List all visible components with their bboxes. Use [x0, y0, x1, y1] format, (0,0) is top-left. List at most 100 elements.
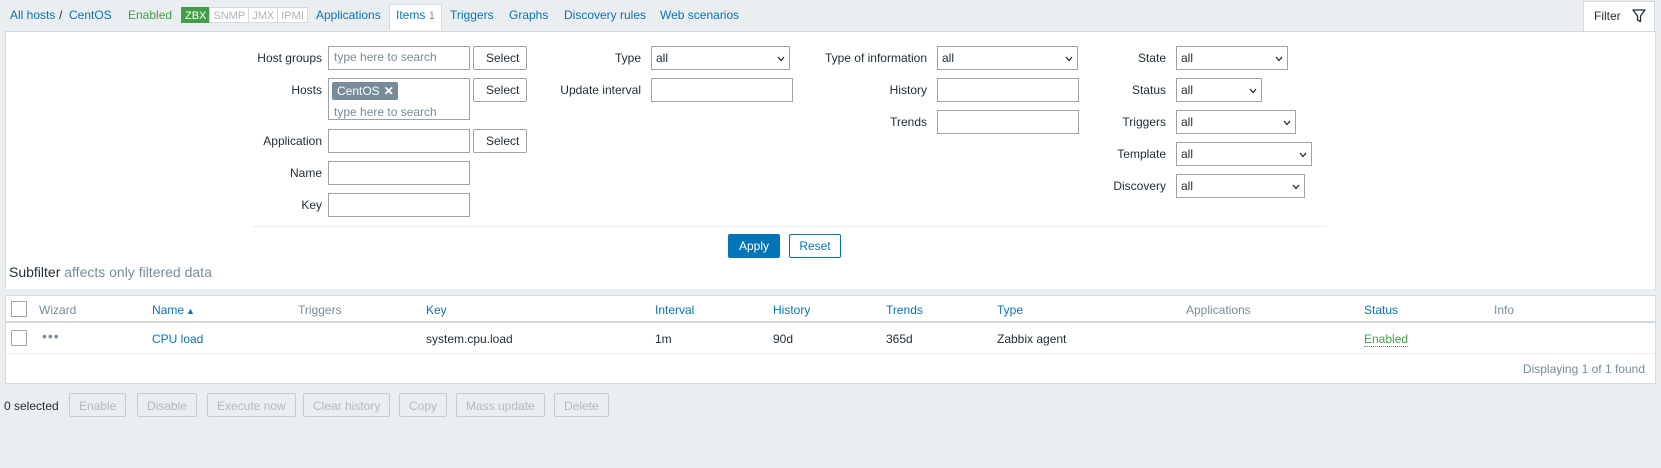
type-select[interactable]: all [651, 46, 790, 70]
item-interval: 1m [655, 332, 672, 346]
row-checkbox[interactable] [11, 330, 27, 346]
table-header: Wizard Name ▲ Triggers Key Interval Histo… [6, 296, 1655, 323]
item-name-link[interactable]: CPU load [152, 332, 203, 346]
apply-button[interactable]: Apply [728, 234, 780, 258]
triggers-label: Triggers [1122, 115, 1166, 129]
ipmi-badge: IPMI [277, 7, 308, 23]
chevron-down-icon [1299, 152, 1307, 158]
state-select-value: all [1181, 51, 1194, 65]
disable-button[interactable]: Disable [137, 393, 198, 417]
state-select[interactable]: all [1176, 46, 1288, 70]
subfilter-title: Subfilter [9, 264, 61, 280]
breadcrumb-separator: / [59, 8, 63, 22]
availability-badges: ZBX SNMP JMX IPMI [181, 7, 308, 23]
subfilter-heading: Subfilter affects only filtered data [9, 264, 212, 280]
tab-applications[interactable]: Applications [316, 8, 381, 22]
header-triggers: Triggers [298, 303, 342, 317]
state-label: State [1137, 51, 1166, 65]
chevron-down-icon [1275, 56, 1283, 62]
tab-items-count: 1 [428, 10, 435, 22]
selected-count: 0 selected [4, 399, 59, 413]
table-row: ••• CPU load system.cpu.load 1m 90d 365d… [6, 323, 1655, 354]
header-status[interactable]: Status [1364, 303, 1398, 317]
sort-asc-icon: ▲ [186, 306, 195, 316]
chevron-down-icon [777, 56, 785, 62]
host-chip: CentOS ✕ [332, 82, 398, 100]
breadcrumb-host[interactable]: CentOS [69, 8, 112, 22]
snmp-badge: SNMP [209, 7, 250, 23]
tab-web-scenarios[interactable]: Web scenarios [660, 8, 739, 22]
application-select-button[interactable]: Select [473, 129, 527, 153]
mass-update-button[interactable]: Mass update [456, 393, 545, 417]
host-chip-label: CentOS [337, 84, 380, 98]
template-select[interactable]: all [1176, 142, 1312, 166]
header-applications: Applications [1186, 303, 1251, 317]
header-trends[interactable]: Trends [886, 303, 923, 317]
copy-button[interactable]: Copy [399, 393, 448, 417]
header-key[interactable]: Key [426, 303, 447, 317]
hosts-search-placeholder: type here to search [334, 105, 437, 119]
chevron-down-icon [1283, 120, 1291, 126]
status-select[interactable]: all [1176, 78, 1262, 102]
host-groups-select-button[interactable]: Select [473, 46, 527, 70]
application-label: Application [263, 134, 322, 148]
application-input[interactable] [328, 129, 470, 153]
filter-tab[interactable]: Filter [1583, 1, 1655, 32]
template-label: Template [1117, 147, 1166, 161]
breadcrumb-all-hosts[interactable]: All hosts [10, 8, 55, 22]
discovery-label: Discovery [1113, 179, 1166, 193]
header-type[interactable]: Type [997, 303, 1023, 317]
type-label: Type [614, 51, 641, 65]
discovery-select[interactable]: all [1176, 174, 1305, 198]
tab-graphs[interactable]: Graphs [509, 8, 548, 22]
host-status: Enabled [128, 8, 173, 22]
key-label: Key [301, 198, 322, 212]
trends-input[interactable] [937, 110, 1079, 134]
update-interval-label: Update interval [560, 83, 641, 97]
subfilter-note: affects only filtered data [64, 264, 212, 280]
item-history: 90d [773, 332, 794, 346]
execute-now-button[interactable]: Execute now [207, 393, 296, 417]
chevron-down-icon [1249, 88, 1257, 94]
header-interval[interactable]: Interval [655, 303, 694, 317]
header-history[interactable]: History [773, 303, 810, 317]
header-name[interactable]: Name ▲ [152, 303, 195, 317]
jmx-badge: JMX [248, 7, 279, 23]
hosts-select-button[interactable]: Select [473, 78, 527, 102]
item-status-toggle[interactable]: Enabled [1364, 332, 1409, 347]
name-label: Name [289, 166, 322, 180]
discovery-select-value: all [1181, 179, 1194, 193]
table-footer-count: Displaying 1 of 1 found [1522, 362, 1645, 376]
trends-label: Trends [890, 115, 927, 129]
tab-triggers[interactable]: Triggers [450, 8, 494, 22]
tab-discovery-rules[interactable]: Discovery rules [564, 8, 646, 22]
item-trends: 365d [886, 332, 913, 346]
history-label: History [889, 83, 927, 97]
enable-button[interactable]: Enable [69, 393, 127, 417]
filter-tab-label: Filter [1594, 9, 1621, 23]
reset-button[interactable]: Reset [789, 234, 841, 258]
triggers-select[interactable]: all [1176, 110, 1296, 134]
type-of-information-label: Type of information [824, 51, 927, 65]
update-interval-input[interactable] [651, 78, 793, 102]
status-label: Status [1131, 83, 1166, 97]
filter-divider [253, 226, 1326, 227]
funnel-icon [1632, 9, 1646, 23]
host-navigation: All hosts / CentOS Enabled ZBX SNMP JMX … [0, 0, 1583, 30]
clear-history-button[interactable]: Clear history [303, 393, 391, 417]
hosts-multiselect[interactable]: CentOS ✕ type here to search [328, 78, 470, 120]
template-select-value: all [1181, 147, 1194, 161]
key-input[interactable] [328, 193, 470, 217]
host-groups-label: Host groups [257, 51, 322, 65]
type-of-information-select[interactable]: all [937, 46, 1078, 70]
wizard-menu-icon[interactable]: ••• [42, 328, 60, 344]
tab-items[interactable]: Items 1 [389, 4, 442, 30]
history-input[interactable] [937, 78, 1079, 102]
select-all-checkbox[interactable] [11, 301, 27, 317]
delete-button[interactable]: Delete [554, 393, 609, 417]
name-input[interactable] [328, 161, 470, 185]
status-select-value: all [1181, 83, 1194, 97]
host-groups-input[interactable]: type here to search [328, 46, 470, 70]
item-type: Zabbix agent [997, 332, 1067, 346]
close-icon[interactable]: ✕ [384, 84, 394, 98]
